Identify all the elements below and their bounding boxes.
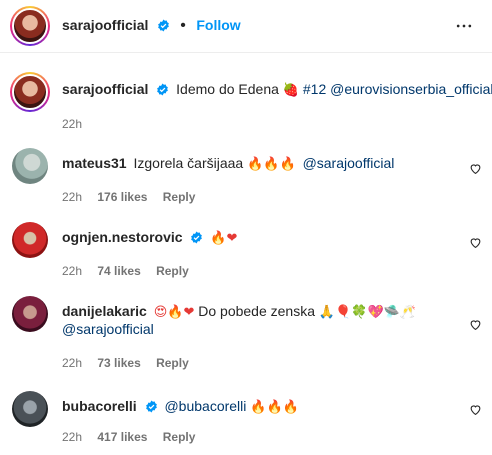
heart-outline-icon[interactable] [469,162,482,180]
fire-emoji: 🔥🔥🔥 [247,157,296,172]
comment-time[interactable]: 22h [62,356,82,370]
emoji-trail: 🙏🎈🍀💖🛸🥂 [318,305,417,320]
verified-badge-icon [156,82,169,100]
likes-count[interactable]: 74 likes [97,264,140,278]
strawberry-emoji: 🍓 [282,83,299,98]
likes-count[interactable]: 73 likes [97,356,140,370]
comment-meta: 22h 176 likes Reply [62,190,207,204]
caption-text: sarajoofficial Idemo do Edena 🍓 #12 @eur… [62,80,492,100]
comment-text: danijelakaric 😍🔥❤ Do pobede zenska 🙏🎈🍀💖🛸… [62,302,416,322]
comment-time[interactable]: 22h [62,430,82,444]
reply-button[interactable]: Reply [163,430,196,444]
header-avatar[interactable] [10,6,50,46]
comment-time[interactable]: 22h [62,190,82,204]
caption-meta: 22h [62,117,94,131]
fire-emoji: 🔥🔥🔥 [250,400,299,415]
comment-meta: 22h 417 likes Reply [62,430,207,444]
caption-mention[interactable]: @eurovisionserbia_official [330,81,492,97]
emoji-lead: 😍🔥❤ [153,305,195,320]
comment-text: bubacorelli @bubacorelli 🔥🔥🔥 [62,397,299,417]
reply-button[interactable]: Reply [163,190,196,204]
comment-meta: 22h 74 likes Reply [62,264,201,278]
comment-body: Do pobede zenska [198,303,316,319]
heart-outline-icon[interactable] [469,318,482,336]
separator-dot: • [180,17,186,34]
comment-avatar[interactable] [12,296,48,332]
heart-outline-icon[interactable] [469,236,482,254]
fire-heart-emoji: 🔥❤ [210,231,238,246]
comment-text: ognjen.nestorovic 🔥❤ [62,228,237,248]
comment-body: Izgorela čaršijaaa [133,155,244,171]
comment-text: mateus31 Izgorela čaršijaaa 🔥🔥🔥 @sarajoo… [62,154,394,174]
comment-avatar[interactable] [12,148,48,184]
reply-button[interactable]: Reply [156,264,189,278]
verified-badge-icon [190,230,203,248]
likes-count[interactable]: 417 likes [97,430,147,444]
more-options-icon[interactable] [454,16,474,41]
reply-button[interactable]: Reply [156,356,189,370]
follow-button[interactable]: Follow [196,17,240,33]
comment-username[interactable]: mateus31 [62,155,127,171]
comment-meta: 22h 73 likes Reply [62,356,201,370]
comment-mention[interactable]: @sarajoofficial [303,155,395,171]
comment-time[interactable]: 22h [62,264,82,278]
comment-username[interactable]: bubacorelli [62,398,137,414]
caption-hashtag[interactable]: #12 [303,81,326,97]
verified-badge-icon [145,399,158,417]
caption-username[interactable]: sarajoofficial [62,81,148,97]
caption-avatar[interactable] [10,72,50,112]
post-header: sarajoofficial • Follow [0,0,492,53]
comment-avatar[interactable] [12,222,48,258]
comment-username[interactable]: ognjen.nestorovic [62,229,183,245]
header-username[interactable]: sarajoofficial [62,17,148,33]
comment-mention[interactable]: @sarajoofficial [62,321,154,337]
likes-count[interactable]: 176 likes [97,190,147,204]
caption-time[interactable]: 22h [62,117,82,131]
comment-text-line2: @sarajoofficial [62,320,154,338]
comment-mention[interactable]: @bubacorelli [164,398,246,414]
heart-outline-icon[interactable] [469,403,482,421]
verified-badge-icon [157,19,170,37]
comment-avatar[interactable] [12,391,48,427]
caption-body: Idemo do Edena [176,81,279,97]
comment-username[interactable]: danijelakaric [62,303,147,319]
